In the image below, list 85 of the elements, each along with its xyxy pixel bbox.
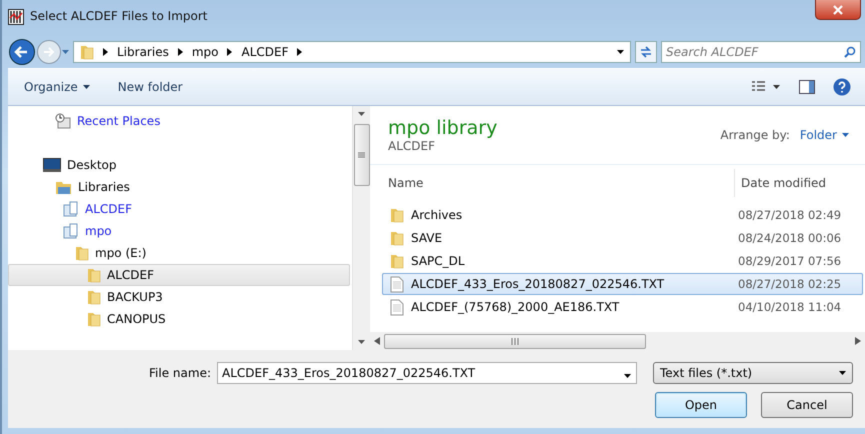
dropdown-caret-icon [617,48,624,56]
file-date: 04/10/2018 11:04 [738,300,842,314]
file-row[interactable]: ALCDEF_433_Eros_20180827_022546.TXT 08/27/2018 02:25 [382,273,863,295]
file-date: 08/27/2018 02:49 [738,208,842,222]
scroll-right-icon [855,337,861,345]
desktop-icon [43,158,61,172]
library-icon [63,223,79,239]
scroll-left-icon [374,337,380,345]
file-row[interactable]: ALCDEF_(75768)_2000_AE186.TXT 04/10/2018 11:04 [382,296,863,318]
new-folder-button[interactable]: New folder [116,78,185,96]
help-icon[interactable] [833,78,851,96]
library-subtitle: ALCDEF [388,139,436,153]
caret-icon [82,83,90,91]
close-button[interactable] [815,0,861,20]
grip-icon [511,338,519,344]
refresh-icon [639,45,653,59]
tree-item[interactable]: CANOPUS [8,308,350,330]
file-name: SAVE [411,231,442,245]
view-options-icon[interactable] [751,80,781,94]
file-row[interactable]: Archives 08/27/2018 02:49 [382,204,863,226]
dialog-button[interactable]: Open [655,392,747,418]
grip-icon [358,152,365,158]
file-name: SAPC_DL [411,254,465,268]
file-name: ALCDEF_433_Eros_20180827_022546.TXT [411,277,664,291]
file-date: 08/29/2017 07:56 [738,254,842,268]
search-field[interactable]: Search ALCDEF [661,41,861,63]
file-name: ALCDEF_(75768)_2000_AE186.TXT [411,300,620,314]
caret-icon [842,131,849,139]
arrange-label: Arrange by: [720,128,790,142]
back-button[interactable] [8,38,36,66]
tree-item[interactable]: Desktop [8,154,350,176]
tree-item[interactable]: mpo (E:) [8,242,350,264]
tree-item[interactable]: Libraries [8,176,350,198]
folder-icon [87,267,101,283]
folder-icon [390,253,404,269]
file-name-label: File name: [149,366,211,380]
document-icon [390,298,404,316]
folder-icon [80,44,94,60]
chevron-icon [102,48,109,56]
column-header[interactable]: Name [370,176,734,190]
window-title: Select ALCDEF Files to Import [30,9,208,23]
search-icon [844,46,856,58]
tree-item[interactable]: BACKUP3 [8,286,350,308]
dialog-button[interactable]: Cancel [761,392,853,418]
breadcrumb[interactable]: Libraries [117,45,169,59]
folder-icon [87,289,101,305]
tree-item[interactable]: ALCDEF [8,198,350,220]
app-icon [8,9,24,25]
folder-icon [87,311,101,327]
chevron-icon [226,48,234,56]
scroll-up-icon [358,110,365,118]
scroll-down-icon [358,338,365,346]
arrange-dropdown[interactable]: Folder [800,128,849,142]
folder-icon [75,245,89,261]
file-type-dropdown[interactable]: Text files (*.txt) [653,362,853,384]
organize-button[interactable]: Organize [22,78,92,96]
horizontal-scrollbar[interactable] [370,332,865,350]
recent-places-icon [55,113,71,129]
chevron-icon [176,48,184,56]
file-row[interactable]: SAVE 08/24/2018 00:06 [382,227,863,249]
library-icon [63,201,79,217]
vertical-scrollbar[interactable] [352,106,370,350]
libraries-icon [55,180,72,194]
file-name: Archives [411,208,462,222]
refresh-button[interactable] [635,41,657,63]
chevron-icon [296,48,304,56]
tree-item[interactable]: Recent Places [8,110,350,132]
dropdown-caret-icon [839,369,846,377]
folder-icon [390,207,404,223]
tree-item[interactable]: ALCDEF [8,264,350,286]
tree-item[interactable]: mpo [8,220,350,242]
breadcrumb[interactable]: ALCDEF [241,45,288,59]
library-title: mpo library [388,117,498,139]
folder-icon [390,230,404,246]
close-icon [833,4,843,14]
file-name-field[interactable]: ALCDEF_433_Eros_20180827_022546.TXT [217,362,637,384]
column-header[interactable]: Date modified [734,169,865,197]
document-icon [390,276,404,292]
file-row[interactable]: SAPC_DL 08/29/2017 07:56 [382,250,863,272]
file-date: 08/24/2018 00:06 [738,231,842,245]
dropdown-caret-icon [624,372,631,380]
address-bar[interactable]: Libraries mpo ALCDEF [73,41,631,63]
preview-pane-icon[interactable] [799,80,815,94]
breadcrumb[interactable]: mpo [192,45,218,59]
file-date: 08/27/2018 02:25 [738,277,842,291]
